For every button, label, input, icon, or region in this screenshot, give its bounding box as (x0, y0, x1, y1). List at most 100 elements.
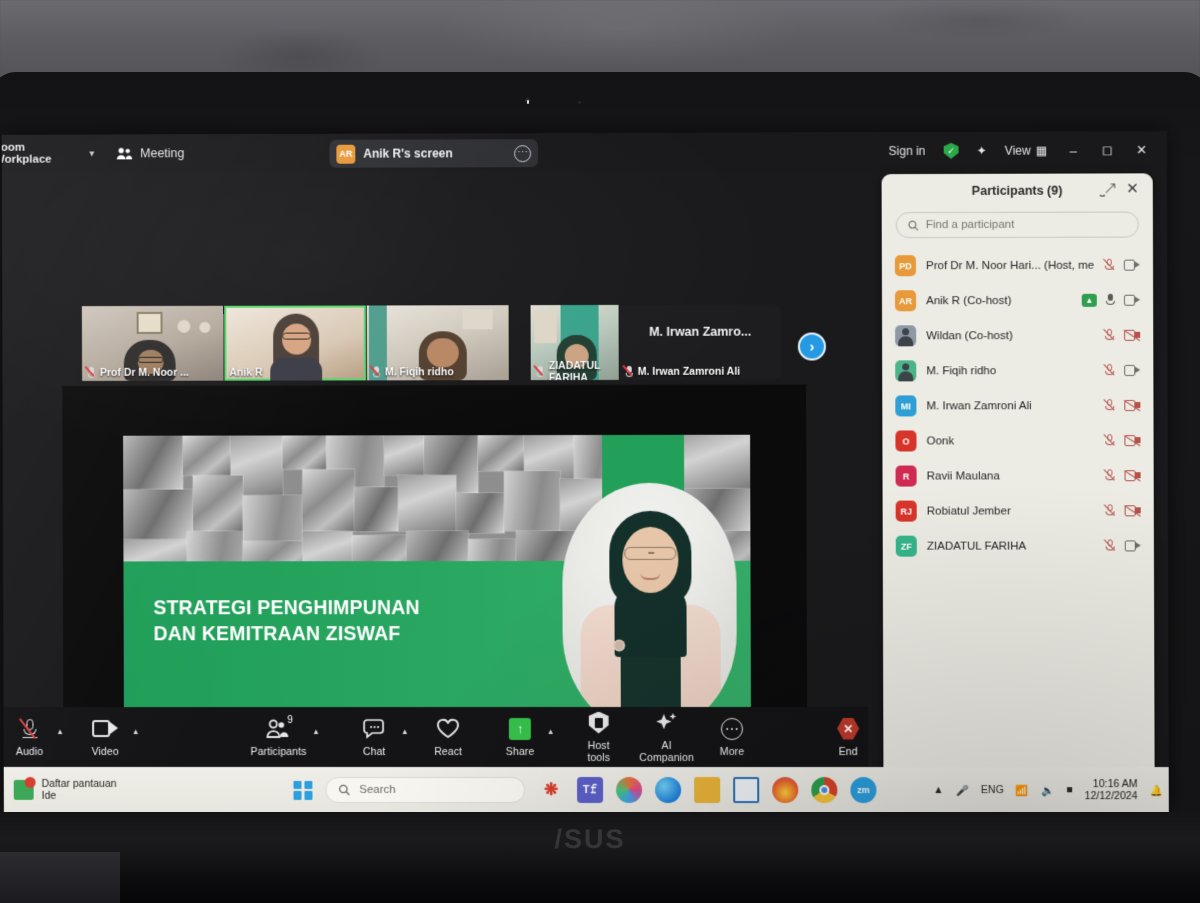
sparkle-icon[interactable]: ✦ (968, 144, 996, 158)
toolbar-video-label: Video (85, 746, 125, 758)
widget-icon[interactable]: ❋ (538, 777, 564, 803)
chevron-up-icon[interactable]: ▴ (403, 726, 408, 737)
toolbar-audio-button[interactable]: Audio ▴ (10, 717, 50, 758)
camera-off-icon[interactable] (1125, 470, 1141, 481)
microphone-muted-icon[interactable] (1104, 469, 1115, 482)
camera-icon[interactable] (1124, 260, 1140, 271)
thumbnail-tile[interactable]: Anik R (224, 305, 366, 380)
people-icon (250, 717, 306, 741)
taskbar-clock[interactable]: 10:16 AM 12/12/2024 (1085, 778, 1138, 802)
zoom-icon[interactable]: zm (850, 777, 876, 803)
brand-chevron-down-icon[interactable]: ▾ (89, 148, 94, 159)
microphone-muted-icon[interactable] (1105, 539, 1116, 552)
photos-icon[interactable] (733, 777, 759, 803)
participant-status-icons (1104, 434, 1140, 447)
participant-row[interactable]: R Ravii Maulana (882, 458, 1153, 493)
popout-icon[interactable]: ⎵↗ (1100, 182, 1115, 197)
thumbnail-tile[interactable]: M. Irwan Zamro... M. Irwan Zamroni Ali (620, 305, 781, 380)
firefox-icon[interactable] (772, 777, 798, 803)
screen-share-indicator-icon: ▲ (1082, 294, 1097, 307)
participant-name: Oonk (927, 435, 1095, 447)
file-explorer-icon[interactable] (694, 777, 720, 803)
camera-off-icon[interactable] (1124, 400, 1140, 411)
participant-status-icons (1104, 259, 1140, 272)
edge-icon[interactable] (655, 777, 681, 803)
camera-off-icon[interactable] (1124, 330, 1140, 341)
microphone-muted-icon[interactable] (1104, 364, 1115, 377)
laptop-brand-logo: /SUS (520, 825, 660, 853)
toolbar-participants-button[interactable]: 9 Participants ▴ (250, 717, 306, 758)
participants-list: PD Prof Dr M. Noor Hari... (Host, me) AR… (882, 246, 1154, 566)
camera-icon[interactable] (1124, 365, 1140, 376)
participant-row[interactable]: RJ Robiatul Jember (883, 493, 1154, 528)
toolbar-more-button[interactable]: ⋯ More (712, 716, 752, 757)
slide-title-line1: STRATEGI PENGHIMPUNAN (153, 595, 572, 621)
participant-row[interactable]: AR Anik R (Co-host) ▲ (882, 283, 1153, 319)
tab-meeting-label: Meeting (140, 146, 184, 160)
chevron-up-icon[interactable]: ▲ (933, 784, 943, 796)
toolbar-video-button[interactable]: Video ▴ (85, 717, 125, 758)
share-banner-avatar: AR (336, 144, 355, 163)
microphone-muted-icon[interactable] (1104, 259, 1115, 272)
thumbnail-tile[interactable]: M. Fiqih ridho (367, 305, 509, 380)
toolbar-react-button[interactable]: React (428, 717, 468, 758)
participants-panel: Participants (9) ⎵↗ ✕ Find a participant… (882, 173, 1155, 813)
participant-row[interactable]: MI M. Irwan Zamroni Ali (882, 388, 1153, 424)
sparkle-icon (639, 710, 694, 734)
camera-off-icon[interactable] (1124, 435, 1140, 446)
chevron-up-icon[interactable]: ▴ (58, 726, 63, 737)
participant-row[interactable]: O Oonk (882, 423, 1153, 459)
microphone-muted-icon[interactable] (1105, 504, 1116, 517)
bell-icon[interactable]: 🔔 (1150, 784, 1163, 797)
teams-icon[interactable]: T𝚏 (577, 777, 603, 803)
participant-row[interactable]: Wildan (Co-host) (882, 318, 1153, 354)
participant-row[interactable]: ZF ZIADATUL FARIHA (883, 528, 1154, 563)
thumbnail-tile[interactable]: ZIADATUL FARIHA (531, 305, 619, 380)
microphone-muted-icon[interactable] (1104, 329, 1115, 342)
security-shield-icon[interactable] (934, 143, 967, 159)
chevron-up-icon[interactable]: ▴ (314, 726, 319, 737)
participant-row[interactable]: M. Fiqih ridho (882, 353, 1153, 389)
taskbar-search-input[interactable]: Search (325, 777, 525, 803)
toolbar-ai-companion-button[interactable]: AI Companion (639, 710, 694, 763)
camera-off-icon[interactable] (1125, 505, 1141, 516)
ellipsis-circle-icon: ⋯ (712, 716, 752, 740)
chrome-icon[interactable] (811, 777, 837, 803)
maximize-button[interactable]: ◻ (1090, 131, 1124, 169)
toolbar-chat-button[interactable]: Chat ▴ (354, 717, 394, 758)
ellipsis-icon[interactable]: ⋯ (514, 145, 531, 162)
close-icon[interactable]: ✕ (1126, 179, 1139, 197)
chevron-right-icon[interactable]: › (798, 332, 826, 360)
microphone-icon[interactable] (1106, 294, 1115, 307)
chevron-up-icon[interactable]: ▴ (133, 726, 138, 737)
view-button[interactable]: View ▦ (996, 144, 1056, 158)
toolbar-participants-label: Participants (251, 746, 307, 758)
battery-icon[interactable]: ■ (1066, 784, 1072, 796)
microphone-muted-icon[interactable] (1104, 399, 1115, 412)
speaker-icon[interactable]: 🔈 (1041, 784, 1054, 797)
toolbar-host-tools-button[interactable]: Host tools (576, 710, 621, 763)
screen-share-banner[interactable]: AR Anik R's screen ⋯ (329, 139, 538, 168)
toolbar-end-button[interactable]: ✕ End (828, 716, 868, 757)
search-icon (908, 220, 919, 231)
language-indicator[interactable]: ENG (981, 784, 1004, 796)
participant-name: Prof Dr M. Noor Hari... (Host, me) (926, 259, 1094, 271)
microphone-muted-icon[interactable] (1104, 434, 1115, 447)
camera-icon[interactable] (1125, 540, 1141, 551)
sign-in-label: Sign in (889, 144, 926, 158)
participant-thumbnail-strip: Prof Dr M. Noor ... Anik R M. Fiqih ridh… (82, 305, 781, 381)
sign-in-button[interactable]: Sign in (880, 144, 935, 158)
tab-meeting[interactable]: Meeting (116, 146, 184, 160)
windows-logo-icon[interactable] (293, 780, 312, 799)
close-button[interactable]: ✕ (1124, 131, 1158, 169)
camera-icon[interactable] (1124, 295, 1140, 306)
participant-search-field[interactable]: Find a participant (896, 211, 1139, 238)
thumbnail-tile[interactable]: Prof Dr M. Noor ... (82, 306, 224, 381)
toolbar-share-button[interactable]: ↑ Share ▴ (500, 717, 540, 758)
copilot-icon[interactable] (616, 777, 642, 803)
microphone-icon[interactable]: 🎤 (956, 784, 969, 797)
minimize-button[interactable]: – (1056, 131, 1090, 169)
chevron-up-icon[interactable]: ▴ (548, 726, 553, 737)
wifi-icon[interactable]: 📶 (1016, 784, 1029, 797)
participant-row[interactable]: PD Prof Dr M. Noor Hari... (Host, me) (882, 248, 1153, 284)
